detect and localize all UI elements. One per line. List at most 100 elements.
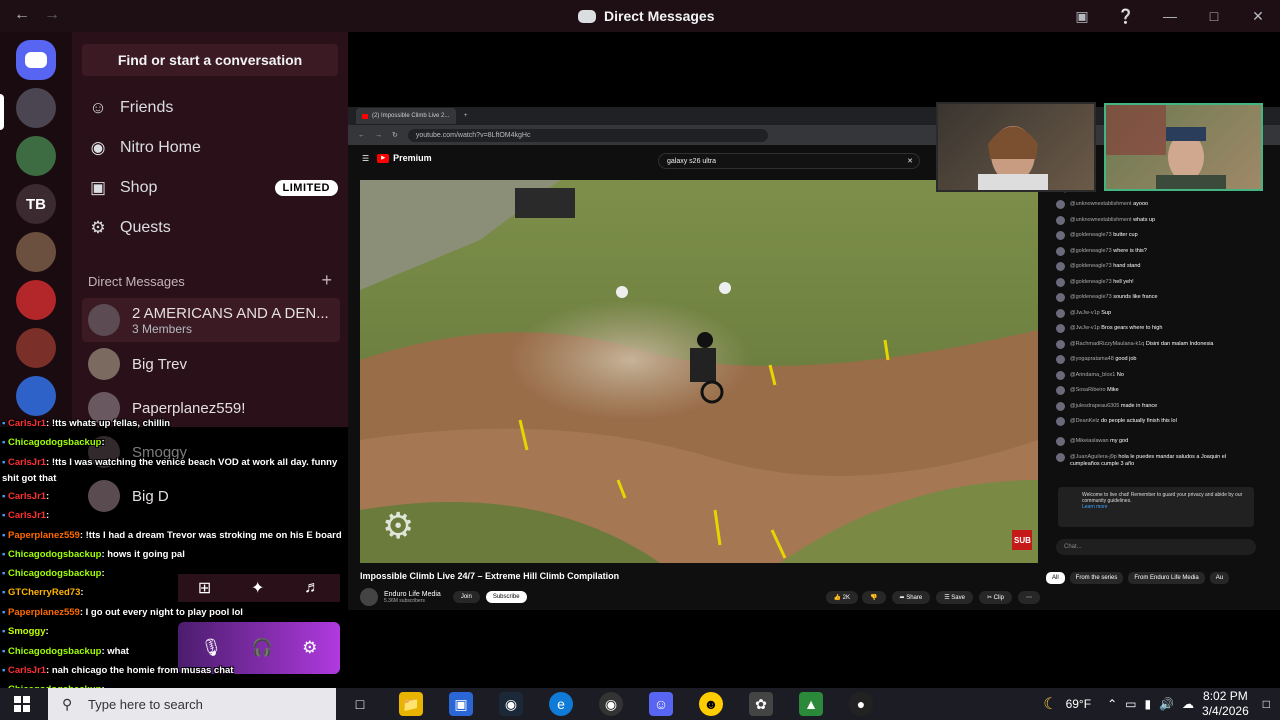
chip-series[interactable]: From the series	[1069, 572, 1124, 584]
windows-start-icon[interactable]	[14, 696, 30, 712]
file-explorer-icon[interactable]: 📁	[399, 692, 423, 716]
nav-nitro-home[interactable]: ◉ Nitro Home	[88, 128, 338, 168]
youtube-logo[interactable]: ▶ Premium	[377, 153, 432, 163]
save-button[interactable]: ☰ Save	[936, 590, 973, 604]
youtube-search-input[interactable]: galaxy s26 ultra ✕	[658, 153, 920, 169]
chip-channel[interactable]: From Enduro Life Media	[1128, 572, 1205, 584]
chat-username[interactable]: @goldeneagle73	[1070, 263, 1112, 269]
nav-quests[interactable]: ⚙ Quests	[88, 208, 338, 248]
new-tab-icon[interactable]: +	[464, 113, 468, 119]
app-icon[interactable]: ✿	[749, 692, 773, 716]
onedrive-icon[interactable]: ☁	[1182, 697, 1194, 711]
forward-icon[interactable]: →	[375, 132, 382, 139]
chat-username[interactable]: @Arindama_blox1	[1070, 372, 1115, 378]
more-actions-icon[interactable]: ⋯	[1018, 590, 1040, 604]
find-conversation-button[interactable]: Find or start a conversation	[82, 44, 338, 76]
clip-button[interactable]: ✂ Clip	[978, 590, 1012, 604]
channel-name[interactable]: Enduro Life Media	[384, 591, 441, 598]
chat-input[interactable]: Chat...	[1056, 539, 1256, 555]
help-icon[interactable]: ❔	[1104, 8, 1148, 25]
chat-username[interactable]: @unknownestablishment	[1070, 217, 1132, 223]
close-icon[interactable]: ✕	[1236, 8, 1280, 25]
edge-icon[interactable]: e	[549, 692, 573, 716]
chip-all[interactable]: All	[1046, 572, 1065, 584]
server-avatar-1[interactable]	[16, 88, 56, 128]
obs-icon[interactable]: ◉	[599, 692, 623, 716]
chat-message-text: @DeanKelz do people actually finish this…	[1070, 418, 1177, 425]
maximize-icon[interactable]: □	[1192, 8, 1236, 24]
like-button[interactable]: 👍 2K	[825, 590, 859, 604]
taskbar-search-input[interactable]: ⚲ Type here to search	[48, 688, 336, 720]
activities-icon[interactable]: ✦	[251, 578, 264, 598]
soundboard-icon[interactable]: ♬	[304, 579, 320, 597]
join-button[interactable]: Join	[452, 591, 480, 603]
dm-item-group[interactable]: 2 AMERICANS AND A DEN... 3 Members	[82, 298, 340, 342]
task-view-icon[interactable]: □	[348, 692, 372, 716]
find-conversation-label: Find or start a conversation	[117, 52, 303, 68]
channel-avatar[interactable]	[360, 588, 378, 606]
learn-more-link[interactable]: Learn more	[1082, 504, 1108, 510]
share-button[interactable]: ➦ Share	[891, 590, 931, 604]
back-icon[interactable]: ←	[358, 132, 365, 139]
chat-username[interactable]: @goldeneagle73	[1070, 248, 1112, 254]
forward-arrow-icon[interactable]: →	[44, 6, 60, 24]
recording-icon[interactable]: ●	[849, 692, 873, 716]
microphone-icon[interactable]: 🎙	[201, 638, 223, 658]
chat-username[interactable]: @yogapratama48	[1070, 356, 1114, 362]
chat-username[interactable]: @goldeneagle73	[1070, 232, 1112, 238]
clock[interactable]: 8:02 PM 3/4/2026	[1202, 689, 1249, 719]
weather-temp[interactable]: 69°F	[1066, 697, 1091, 711]
discord-taskbar-icon[interactable]: ☺	[649, 692, 673, 716]
back-arrow-icon[interactable]: ←	[14, 6, 30, 24]
avatar	[1056, 386, 1065, 395]
server-avatar-4[interactable]	[16, 232, 56, 272]
channel-row: Enduro Life Media 5.36M subscribers Join…	[360, 586, 1040, 608]
chat-username[interactable]: @RachmadRizzyMaulana-k1q	[1070, 341, 1144, 347]
dm-item-big-trev[interactable]: Big Trev	[82, 342, 340, 386]
menu-icon[interactable]: ☰	[362, 154, 369, 163]
chat-username[interactable]: @SosaRibeiro	[1070, 387, 1106, 393]
server-avatar-7[interactable]	[16, 376, 56, 416]
subscribe-button[interactable]: Subscribe	[485, 591, 527, 603]
chat-username[interactable]: @JuanAguilera-j9p	[1070, 454, 1117, 460]
chat-username[interactable]: @JwJw-v1p	[1070, 310, 1100, 316]
steam-icon[interactable]: ◉	[499, 692, 523, 716]
screen-share-icon[interactable]: ⊞	[198, 578, 211, 598]
snapchat-icon[interactable]: ☻	[699, 692, 723, 716]
video-player[interactable]: SUB ⚙	[360, 180, 1038, 563]
dislike-button[interactable]: 👎	[862, 590, 886, 604]
network-icon[interactable]: ▭	[1125, 697, 1136, 711]
headphones-icon[interactable]: 🎧	[252, 638, 273, 658]
settings-gear-icon[interactable]: ⚙	[302, 638, 317, 658]
chat-username[interactable]: @DeanKelz	[1070, 418, 1099, 424]
home-button[interactable]	[16, 40, 56, 80]
browser-tab[interactable]: (2) Impossible Climb Live 2...	[356, 108, 456, 124]
game-icon[interactable]: ▲	[799, 692, 823, 716]
server-avatar-6[interactable]	[16, 328, 56, 368]
chat-username[interactable]: @goldeneagle73	[1070, 294, 1112, 300]
notifications-icon[interactable]: □	[1263, 697, 1270, 711]
address-bar[interactable]: youtube.com/watch?v=8LftOM4kgHc	[407, 128, 768, 142]
reload-icon[interactable]: ↻	[392, 131, 398, 139]
dm-item-big-d[interactable]: Big D	[82, 474, 340, 518]
server-tb[interactable]: TB	[16, 184, 56, 224]
battery-icon[interactable]: ▮	[1144, 697, 1151, 711]
chat-username[interactable]: @unknownestablishment	[1070, 201, 1132, 207]
chat-username[interactable]: @JwJw-v1p	[1070, 325, 1100, 331]
settings-overlay-icon[interactable]: ⚙	[382, 505, 414, 547]
chat-username[interactable]: @Mikeiaslawan	[1070, 438, 1109, 444]
chip-more[interactable]: Au	[1209, 572, 1230, 584]
store-icon[interactable]: ▣	[449, 692, 473, 716]
chat-username[interactable]: @julesdrapeau6305	[1070, 403, 1119, 409]
server-avatar-5[interactable]	[16, 280, 56, 320]
tray-chevron-icon[interactable]: ⌃	[1107, 697, 1117, 711]
minimize-icon[interactable]: —	[1148, 8, 1192, 24]
chat-username[interactable]: @goldeneagle73	[1070, 279, 1112, 285]
nav-shop[interactable]: ▣ Shop LIMITED	[88, 168, 338, 208]
volume-icon[interactable]: 🔊	[1159, 697, 1174, 711]
server-avatar-2[interactable]	[16, 136, 56, 176]
inbox-icon[interactable]: ▣	[1060, 8, 1104, 25]
add-dm-icon[interactable]: +	[321, 271, 332, 289]
nav-friends[interactable]: ☺ Friends	[88, 88, 338, 128]
clear-search-icon[interactable]: ✕	[907, 157, 913, 165]
